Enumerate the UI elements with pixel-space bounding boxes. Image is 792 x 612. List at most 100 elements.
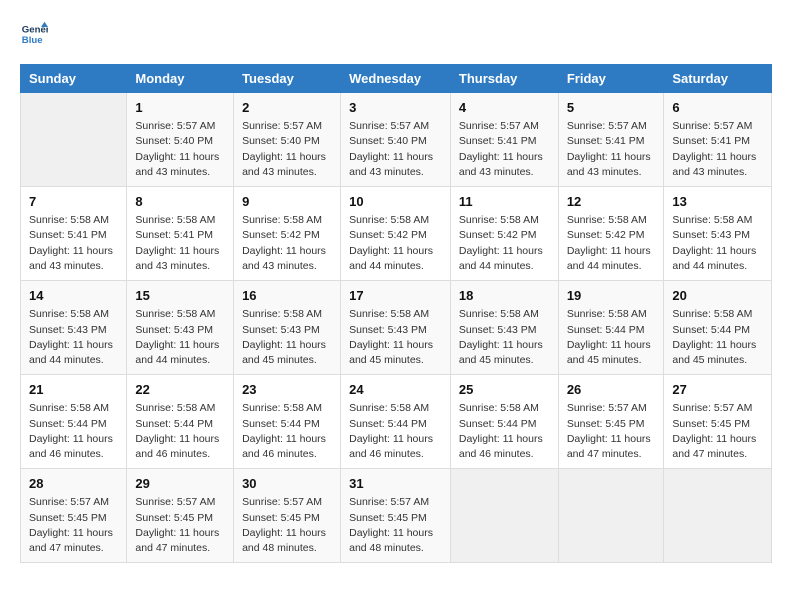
day-info: Sunrise: 5:58 AM Sunset: 5:44 PM Dayligh… <box>459 401 550 462</box>
calendar-week-2: 7 Sunrise: 5:58 AM Sunset: 5:41 PM Daylig… <box>21 187 772 281</box>
day-number: 1 <box>135 99 225 117</box>
calendar-cell: 23 Sunrise: 5:58 AM Sunset: 5:44 PM Dayli… <box>234 375 341 469</box>
calendar-cell: 12Sunrise: 5:58 AM Sunset: 5:42 PM Dayli… <box>558 187 664 281</box>
calendar-cell: 22Sunrise: 5:58 AM Sunset: 5:44 PM Dayli… <box>127 375 234 469</box>
calendar-cell: 30 Sunrise: 5:57 AM Sunset: 5:45 PM Dayli… <box>234 469 341 563</box>
day-number: 11 <box>459 193 550 211</box>
col-header-friday: Friday <box>558 65 664 93</box>
day-info: Sunrise: 5:57 AM Sunset: 5:45 PM Dayligh… <box>29 495 118 556</box>
day-number: 9 <box>242 193 332 211</box>
day-info: Sunrise: 5:58 AM Sunset: 5:43 PM Dayligh… <box>29 307 118 368</box>
calendar-cell: 20 Sunrise: 5:58 AM Sunset: 5:44 PM Dayli… <box>664 281 772 375</box>
day-number: 21 <box>29 381 118 399</box>
calendar-cell: 17 Sunrise: 5:58 AM Sunset: 5:43 PM Dayli… <box>341 281 451 375</box>
calendar-cell <box>664 469 772 563</box>
day-number: 6 <box>672 99 763 117</box>
logo: General Blue <box>20 20 52 48</box>
day-number: 25 <box>459 381 550 399</box>
day-number: 14 <box>29 287 118 305</box>
calendar-week-4: 21 Sunrise: 5:58 AM Sunset: 5:44 PM Dayli… <box>21 375 772 469</box>
day-number: 30 <box>242 475 332 493</box>
day-info: Sunrise: 5:58 AM Sunset: 5:44 PM Dayligh… <box>29 401 118 462</box>
calendar-cell: 8 Sunrise: 5:58 AM Sunset: 5:41 PM Daylig… <box>127 187 234 281</box>
day-number: 4 <box>459 99 550 117</box>
day-number: 7 <box>29 193 118 211</box>
day-info: Sunrise: 5:58 AM Sunset: 5:43 PM Dayligh… <box>459 307 550 368</box>
calendar-cell: 25 Sunrise: 5:58 AM Sunset: 5:44 PM Dayli… <box>450 375 558 469</box>
calendar-cell: 15Sunrise: 5:58 AM Sunset: 5:43 PM Dayli… <box>127 281 234 375</box>
calendar-cell: 31Sunrise: 5:57 AM Sunset: 5:45 PM Dayli… <box>341 469 451 563</box>
calendar-cell: 1 Sunrise: 5:57 AM Sunset: 5:40 PM Daylig… <box>127 93 234 187</box>
calendar-table: SundayMondayTuesdayWednesdayThursdayFrid… <box>20 64 772 563</box>
day-info: Sunrise: 5:57 AM Sunset: 5:45 PM Dayligh… <box>242 495 332 556</box>
day-number: 18 <box>459 287 550 305</box>
calendar-cell: 5 Sunrise: 5:57 AM Sunset: 5:41 PM Daylig… <box>558 93 664 187</box>
day-number: 19 <box>567 287 656 305</box>
calendar-cell: 4 Sunrise: 5:57 AM Sunset: 5:41 PM Daylig… <box>450 93 558 187</box>
calendar-cell: 2 Sunrise: 5:57 AM Sunset: 5:40 PM Daylig… <box>234 93 341 187</box>
day-number: 29 <box>135 475 225 493</box>
calendar-week-1: 1 Sunrise: 5:57 AM Sunset: 5:40 PM Daylig… <box>21 93 772 187</box>
calendar-cell: 24 Sunrise: 5:58 AM Sunset: 5:44 PM Dayli… <box>341 375 451 469</box>
day-number: 5 <box>567 99 656 117</box>
day-number: 16 <box>242 287 332 305</box>
day-info: Sunrise: 5:58 AM Sunset: 5:43 PM Dayligh… <box>349 307 442 368</box>
col-header-wednesday: Wednesday <box>341 65 451 93</box>
day-number: 20 <box>672 287 763 305</box>
day-info: Sunrise: 5:57 AM Sunset: 5:45 PM Dayligh… <box>672 401 763 462</box>
day-info: Sunrise: 5:58 AM Sunset: 5:42 PM Dayligh… <box>459 213 550 274</box>
calendar-cell: 7 Sunrise: 5:58 AM Sunset: 5:41 PM Daylig… <box>21 187 127 281</box>
day-number: 23 <box>242 381 332 399</box>
day-info: Sunrise: 5:58 AM Sunset: 5:44 PM Dayligh… <box>672 307 763 368</box>
calendar-cell: 6 Sunrise: 5:57 AM Sunset: 5:41 PM Daylig… <box>664 93 772 187</box>
calendar-cell: 11 Sunrise: 5:58 AM Sunset: 5:42 PM Dayli… <box>450 187 558 281</box>
col-header-monday: Monday <box>127 65 234 93</box>
col-header-tuesday: Tuesday <box>234 65 341 93</box>
calendar-cell <box>21 93 127 187</box>
day-info: Sunrise: 5:58 AM Sunset: 5:43 PM Dayligh… <box>135 307 225 368</box>
day-info: Sunrise: 5:57 AM Sunset: 5:40 PM Dayligh… <box>135 119 225 180</box>
day-number: 17 <box>349 287 442 305</box>
day-info: Sunrise: 5:57 AM Sunset: 5:41 PM Dayligh… <box>672 119 763 180</box>
day-info: Sunrise: 5:58 AM Sunset: 5:41 PM Dayligh… <box>135 213 225 274</box>
day-info: Sunrise: 5:57 AM Sunset: 5:41 PM Dayligh… <box>567 119 656 180</box>
calendar-cell: 18 Sunrise: 5:58 AM Sunset: 5:43 PM Dayli… <box>450 281 558 375</box>
day-info: Sunrise: 5:58 AM Sunset: 5:44 PM Dayligh… <box>242 401 332 462</box>
day-info: Sunrise: 5:58 AM Sunset: 5:43 PM Dayligh… <box>672 213 763 274</box>
col-header-sunday: Sunday <box>21 65 127 93</box>
calendar-cell <box>558 469 664 563</box>
day-number: 26 <box>567 381 656 399</box>
day-info: Sunrise: 5:58 AM Sunset: 5:42 PM Dayligh… <box>242 213 332 274</box>
day-info: Sunrise: 5:58 AM Sunset: 5:44 PM Dayligh… <box>135 401 225 462</box>
day-number: 12 <box>567 193 656 211</box>
day-info: Sunrise: 5:57 AM Sunset: 5:40 PM Dayligh… <box>349 119 442 180</box>
calendar-cell: 21 Sunrise: 5:58 AM Sunset: 5:44 PM Dayli… <box>21 375 127 469</box>
day-number: 10 <box>349 193 442 211</box>
calendar-cell: 10 Sunrise: 5:58 AM Sunset: 5:42 PM Dayli… <box>341 187 451 281</box>
svg-text:Blue: Blue <box>22 35 43 46</box>
calendar-header-row: SundayMondayTuesdayWednesdayThursdayFrid… <box>21 65 772 93</box>
calendar-week-5: 28 Sunrise: 5:57 AM Sunset: 5:45 PM Dayli… <box>21 469 772 563</box>
day-number: 8 <box>135 193 225 211</box>
day-info: Sunrise: 5:58 AM Sunset: 5:42 PM Dayligh… <box>349 213 442 274</box>
day-number: 28 <box>29 475 118 493</box>
calendar-cell: 3 Sunrise: 5:57 AM Sunset: 5:40 PM Daylig… <box>341 93 451 187</box>
day-number: 24 <box>349 381 442 399</box>
col-header-thursday: Thursday <box>450 65 558 93</box>
calendar-cell: 28 Sunrise: 5:57 AM Sunset: 5:45 PM Dayli… <box>21 469 127 563</box>
day-number: 27 <box>672 381 763 399</box>
day-info: Sunrise: 5:57 AM Sunset: 5:41 PM Dayligh… <box>459 119 550 180</box>
day-number: 13 <box>672 193 763 211</box>
day-info: Sunrise: 5:57 AM Sunset: 5:40 PM Dayligh… <box>242 119 332 180</box>
day-info: Sunrise: 5:58 AM Sunset: 5:43 PM Dayligh… <box>242 307 332 368</box>
calendar-cell: 9 Sunrise: 5:58 AM Sunset: 5:42 PM Daylig… <box>234 187 341 281</box>
calendar-week-3: 14 Sunrise: 5:58 AM Sunset: 5:43 PM Dayli… <box>21 281 772 375</box>
day-number: 2 <box>242 99 332 117</box>
day-info: Sunrise: 5:58 AM Sunset: 5:41 PM Dayligh… <box>29 213 118 274</box>
calendar-cell: 14 Sunrise: 5:58 AM Sunset: 5:43 PM Dayli… <box>21 281 127 375</box>
day-info: Sunrise: 5:58 AM Sunset: 5:44 PM Dayligh… <box>349 401 442 462</box>
col-header-saturday: Saturday <box>664 65 772 93</box>
day-number: 3 <box>349 99 442 117</box>
calendar-cell: 19Sunrise: 5:58 AM Sunset: 5:44 PM Dayli… <box>558 281 664 375</box>
calendar-cell: 16 Sunrise: 5:58 AM Sunset: 5:43 PM Dayli… <box>234 281 341 375</box>
